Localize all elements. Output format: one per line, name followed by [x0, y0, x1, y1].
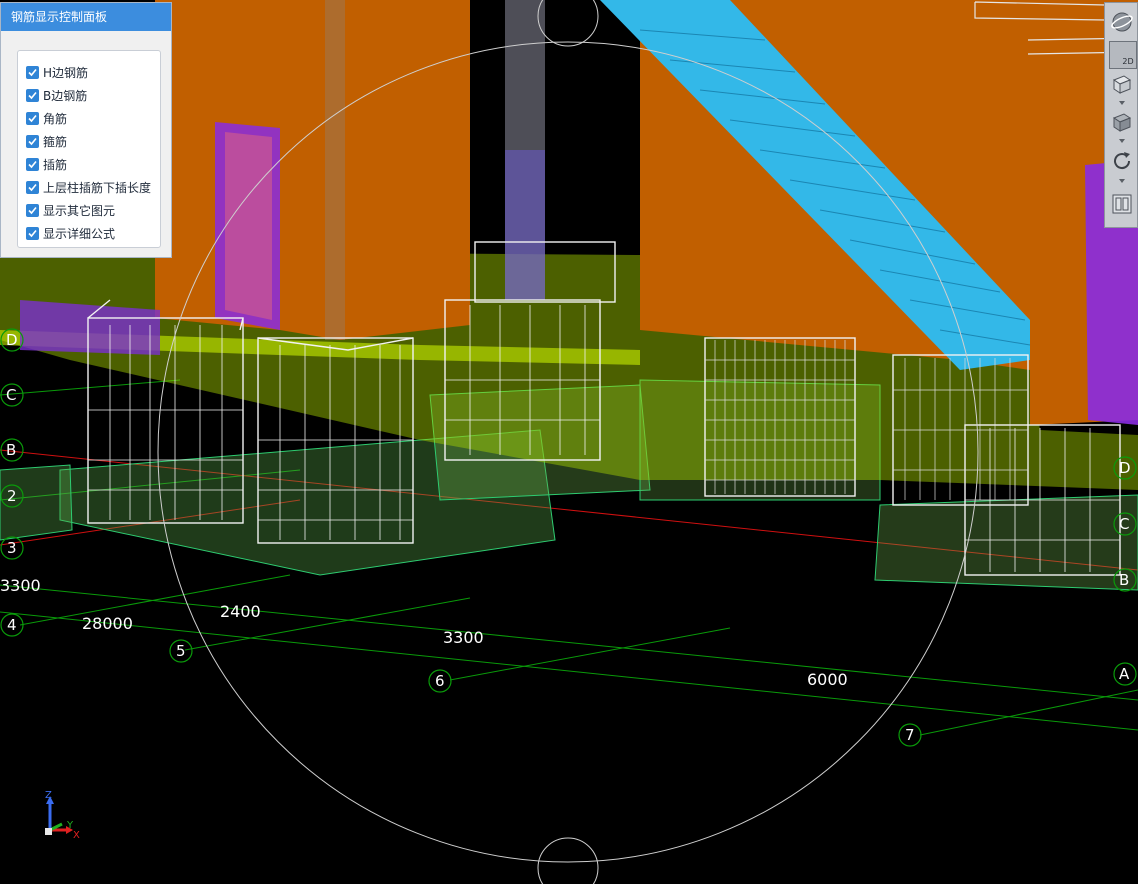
- option-stirrup[interactable]: 箍筋: [18, 130, 160, 153]
- gizmo-z-label: Z: [45, 790, 52, 801]
- chevron-down-icon[interactable]: [1119, 139, 1125, 143]
- option-label: 显示其它图元: [43, 204, 116, 218]
- option-label: 箍筋: [43, 135, 68, 149]
- option-dowel-rebar[interactable]: 插筋: [18, 153, 160, 176]
- option-label: 插筋: [43, 158, 68, 172]
- panel-title[interactable]: 钢筋显示控制面板: [1, 3, 171, 31]
- checkbox-checked-icon[interactable]: [26, 181, 39, 194]
- view-2d-label: 2D: [1122, 56, 1134, 66]
- chevron-down-icon[interactable]: [1119, 179, 1125, 183]
- option-label: 上层柱插筋下插长度: [43, 181, 152, 195]
- view-toolbar: 2D: [1104, 2, 1138, 228]
- checkbox-checked-icon[interactable]: [26, 89, 39, 102]
- gizmo-x-label: X: [73, 830, 80, 841]
- option-h-side-rebar[interactable]: H边钢筋: [18, 61, 160, 84]
- rebar-display-control-panel: 钢筋显示控制面板 H边钢筋 B边钢筋 角筋 箍筋 插筋 上层柱插筋下插长度 显示…: [0, 2, 172, 258]
- option-corner-rebar[interactable]: 角筋: [18, 107, 160, 130]
- rotate-icon[interactable]: [1109, 148, 1135, 174]
- view-3d-box-icon[interactable]: [1109, 71, 1135, 97]
- orbit-icon[interactable]: [1109, 9, 1135, 35]
- option-label: H边钢筋: [43, 66, 89, 80]
- checkbox-checked-icon[interactable]: [26, 158, 39, 171]
- checkbox-checked-icon[interactable]: [26, 66, 39, 79]
- chevron-down-icon[interactable]: [1119, 101, 1125, 105]
- axis-gizmo: Z Y X: [40, 790, 90, 850]
- checkbox-checked-icon[interactable]: [26, 135, 39, 148]
- solid-box-icon[interactable]: [1109, 109, 1135, 135]
- checkbox-checked-icon[interactable]: [26, 204, 39, 217]
- option-label: 角筋: [43, 112, 68, 126]
- panel-options: H边钢筋 B边钢筋 角筋 箍筋 插筋 上层柱插筋下插长度 显示其它图元 显示详细…: [17, 50, 161, 248]
- layer-panel-icon[interactable]: [1109, 191, 1135, 217]
- option-upper-dowel-length[interactable]: 上层柱插筋下插长度: [18, 176, 160, 199]
- option-label: B边钢筋: [43, 89, 88, 103]
- option-b-side-rebar[interactable]: B边钢筋: [18, 84, 160, 107]
- view-2d-icon[interactable]: 2D: [1109, 41, 1137, 69]
- checkbox-checked-icon[interactable]: [26, 227, 39, 240]
- central-column: [505, 0, 545, 300]
- checkbox-checked-icon[interactable]: [26, 112, 39, 125]
- option-label: 显示详细公式: [43, 227, 116, 241]
- option-show-other-elements[interactable]: 显示其它图元: [18, 199, 160, 222]
- option-show-detailed-formula[interactable]: 显示详细公式: [18, 222, 160, 245]
